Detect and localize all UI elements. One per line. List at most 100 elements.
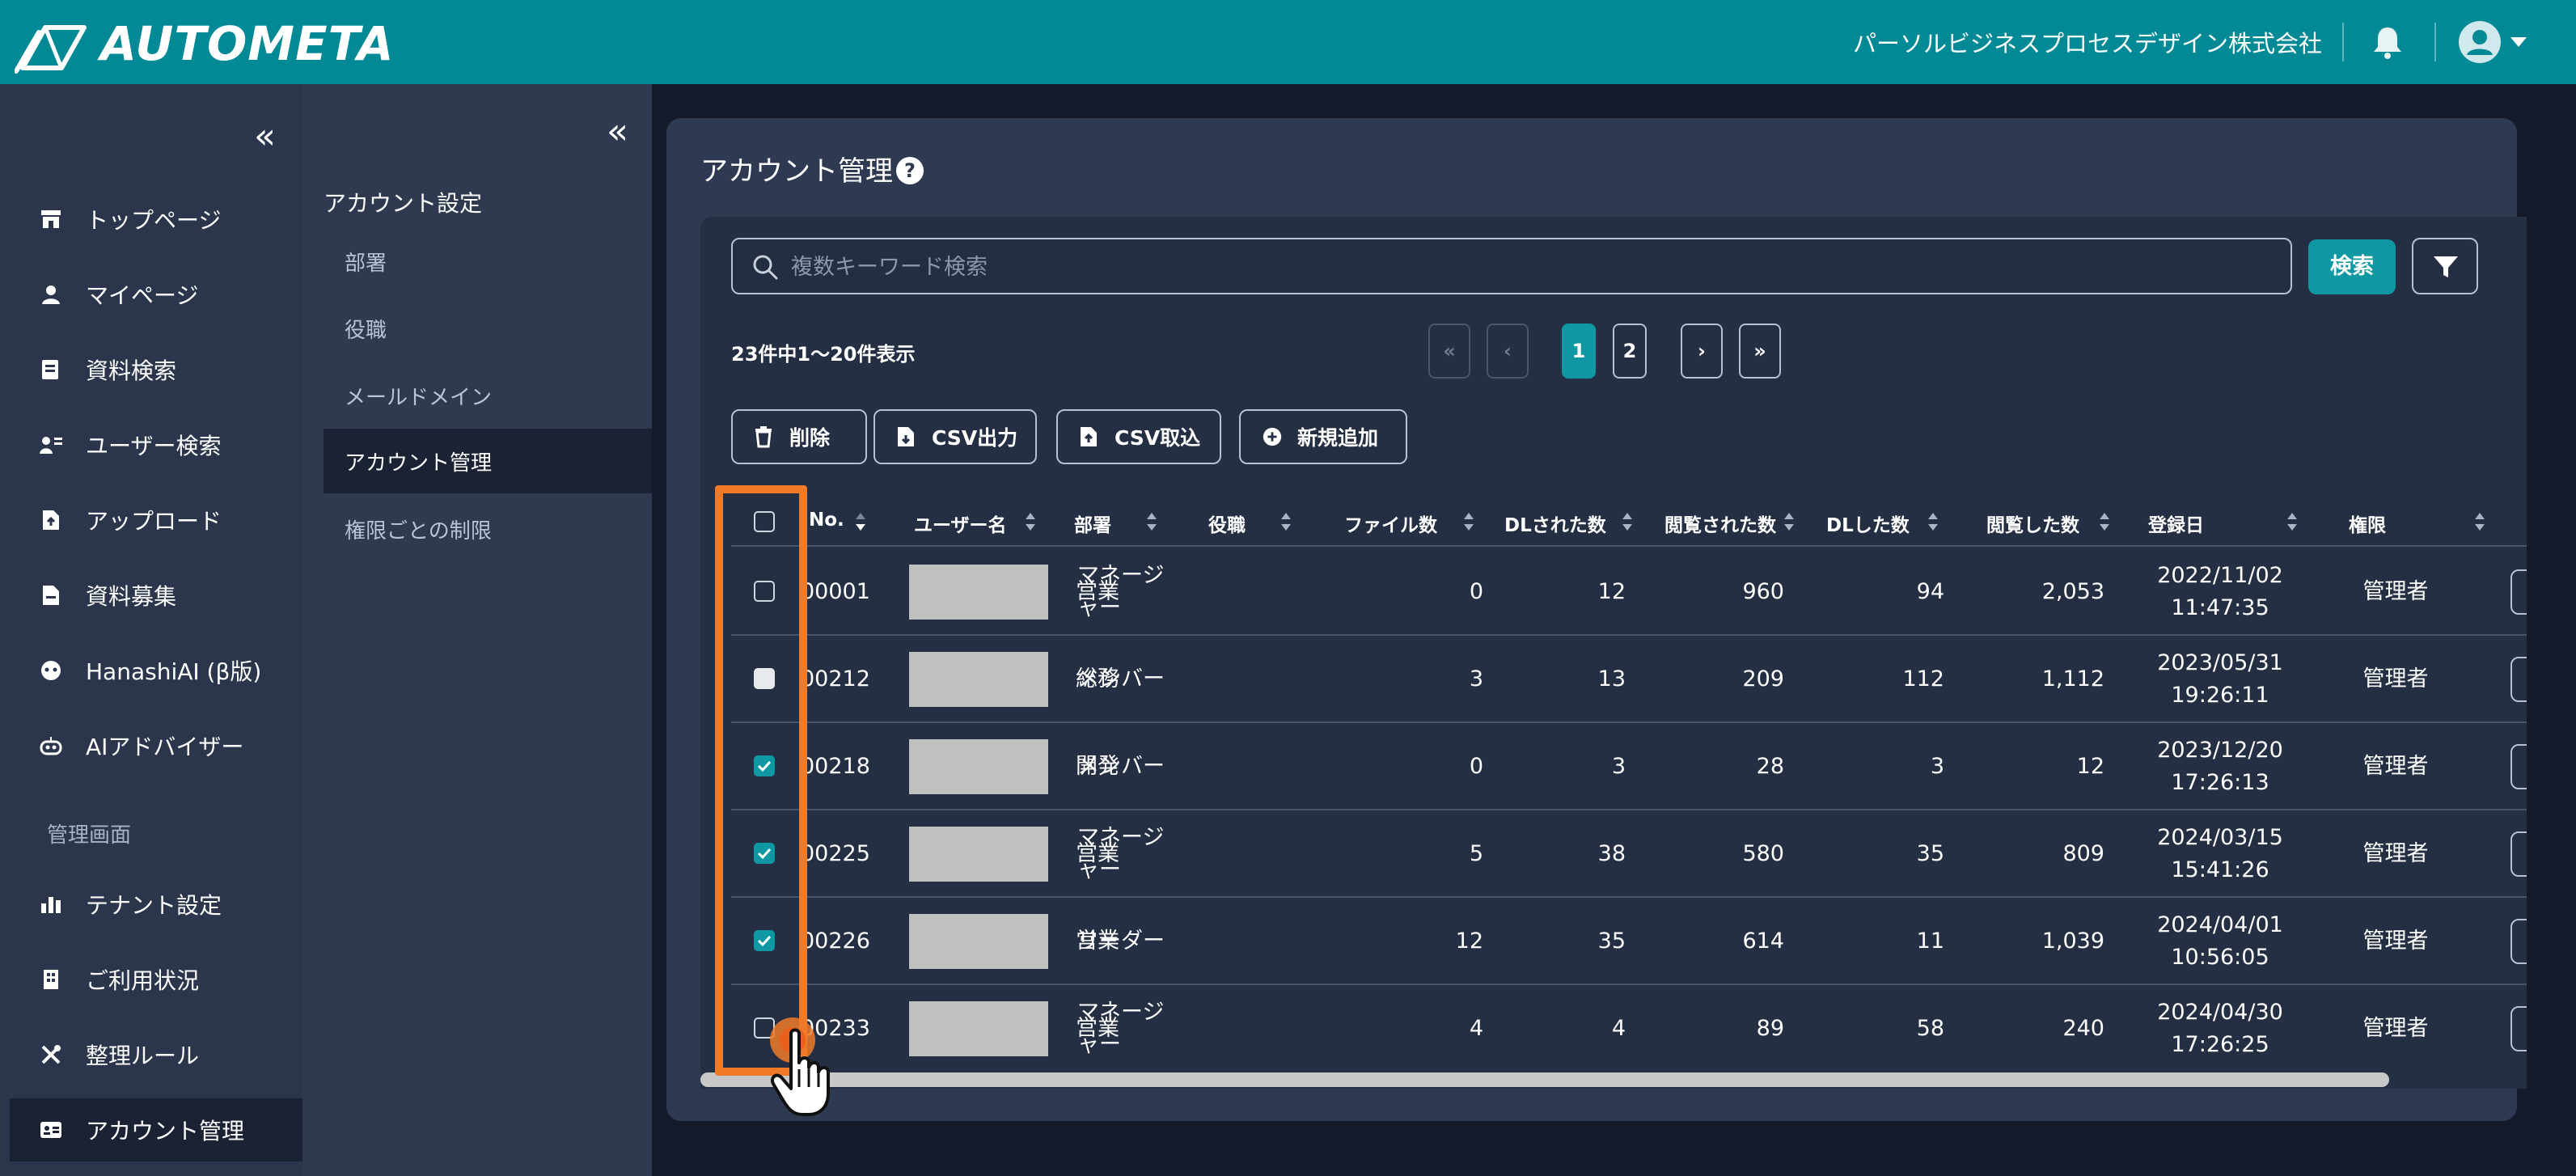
pagination-prev-button[interactable]: ‹	[1487, 324, 1529, 379]
plus-circle-icon	[1262, 425, 1283, 449]
sidebar-item-document-search[interactable]: 資料検索	[10, 338, 302, 401]
search-box[interactable]	[731, 238, 2292, 294]
subnav-title: アカウント設定	[324, 190, 483, 217]
help-icon[interactable]: ?	[896, 157, 924, 184]
sidebar-item-usage[interactable]: ご利用状況	[10, 948, 302, 1011]
caret-down-icon[interactable]	[2509, 36, 2528, 49]
edit-button[interactable]	[2510, 569, 2527, 615]
sidebar-item-account-management[interactable]: アカウント管理	[10, 1098, 302, 1161]
sort-icon[interactable]	[2098, 511, 2111, 532]
sort-icon[interactable]	[2473, 511, 2486, 532]
cell-registered: 2024/04/30 17:26:25	[2157, 1000, 2283, 1057]
cell-position: マネージ ャー	[1077, 1000, 1165, 1057]
horizontal-scrollbar-thumb[interactable]	[700, 1072, 2389, 1087]
subnav-item-permission-limits[interactable]: 権限ごとの制限	[324, 497, 652, 561]
table-row[interactable]: 00226 営業 リーダー 12 35 614 11 1,039 2024/04/01 10:56…	[731, 898, 2527, 985]
sidebar-item-user-search[interactable]: ユーザー検索	[10, 413, 302, 476]
table-row[interactable]: 00001 営業 マネージ ャー 0 12 960 94 2,053 2022/11/02 11:4…	[731, 548, 2527, 636]
filter-button[interactable]	[2412, 238, 2478, 294]
sort-icon[interactable]	[1145, 511, 1158, 532]
subnav-item-account-management[interactable]: アカウント管理	[324, 429, 652, 493]
sidebar-item-rules[interactable]: 整理ルール	[10, 1023, 302, 1086]
cell-registered: 2022/11/02 11:47:35	[2157, 563, 2283, 620]
sidebar-item-ai-advisor[interactable]: AIアドバイザー	[10, 714, 302, 777]
cell-registered: 2024/03/15 15:41:26	[2157, 825, 2283, 882]
cell-files: 12	[1455, 929, 1483, 954]
cell-authority: 管理者	[2362, 841, 2429, 866]
chat-bot-icon	[37, 657, 65, 684]
column-header-viewed[interactable]: 閲覧された数	[1664, 510, 1776, 537]
column-header-authority[interactable]: 権限	[2349, 510, 2386, 537]
sidebar-item-document-request[interactable]: 資料募集	[10, 564, 302, 627]
csv-import-button[interactable]: CSV取込	[1056, 409, 1221, 464]
sort-icon[interactable]	[1927, 511, 1939, 532]
pagination-next-button[interactable]: ›	[1681, 324, 1723, 379]
sidebar-item-label: HanashiAI (β版)	[86, 658, 262, 685]
table-header: No. ユーザー名 部署 役職 ファイル数 DLされた数 閲覧された数 DLした…	[731, 497, 2527, 547]
sidebar-item-upload[interactable]: アップロード	[10, 489, 302, 552]
sidebar-item-mypage[interactable]: マイページ	[10, 263, 302, 326]
subnav-item-mail-domain[interactable]: メールドメイン	[324, 363, 652, 428]
sidebar-item-hanashiai[interactable]: HanashiAI (β版)	[10, 639, 302, 702]
sidebar-item-top[interactable]: トップページ	[10, 188, 302, 251]
sort-icon[interactable]	[2286, 511, 2299, 532]
divider	[2434, 23, 2436, 61]
subnav-item-position[interactable]: 役職	[324, 296, 652, 361]
table-row[interactable]: 00212 総務 メンバー 3 13 209 112 1,112 2023/05/31 19:26…	[731, 636, 2527, 723]
delete-button[interactable]: 削除	[731, 409, 867, 464]
sidebar-item-tenant-settings[interactable]: テナント設定	[10, 873, 302, 936]
column-header-downloaded[interactable]: DLされた数	[1504, 510, 1606, 537]
file-upload-icon	[1079, 425, 1100, 449]
search-button[interactable]: 検索	[2308, 239, 2396, 294]
edit-button[interactable]	[2510, 657, 2527, 702]
pagination-page-2[interactable]: 2	[1613, 324, 1647, 379]
csv-export-button[interactable]: CSV出力	[873, 409, 1037, 464]
robot-icon	[37, 732, 65, 759]
column-header-position[interactable]: 役職	[1208, 510, 1246, 537]
cell-dl-count: 11	[1916, 929, 1944, 954]
pagination-last-button[interactable]: »	[1739, 324, 1781, 379]
edit-button[interactable]	[2510, 831, 2527, 877]
column-header-username[interactable]: ユーザー名	[914, 510, 1007, 537]
building-icon	[37, 966, 65, 993]
column-header-dl-count[interactable]: DLした数	[1826, 510, 1910, 537]
result-count: 23件中1〜20件表示	[731, 343, 916, 366]
cell-view-count: 240	[2062, 1016, 2104, 1041]
search-input[interactable]	[791, 249, 2263, 285]
sort-icon[interactable]	[1024, 511, 1037, 532]
cell-downloaded: 13	[1597, 666, 1626, 692]
column-header-view-count[interactable]: 閲覧した数	[1986, 510, 2079, 537]
sort-icon[interactable]	[1621, 511, 1634, 532]
pagination-first-button[interactable]: «	[1428, 324, 1470, 379]
edit-button[interactable]	[2510, 744, 2527, 789]
cell-viewed: 209	[1742, 666, 1784, 692]
add-new-button[interactable]: 新規追加	[1239, 409, 1407, 464]
sort-icon[interactable]	[1280, 511, 1292, 532]
sort-icon[interactable]	[1783, 511, 1796, 532]
column-header-registered[interactable]: 登録日	[2148, 510, 2204, 537]
edit-button[interactable]	[2510, 919, 2527, 964]
edit-button[interactable]	[2510, 1006, 2527, 1051]
cell-files: 4	[1469, 1016, 1483, 1041]
sidebar-collapse-button[interactable]: «	[254, 116, 276, 157]
column-header-no[interactable]: No.	[809, 510, 844, 531]
sort-icon[interactable]	[854, 511, 867, 532]
store-icon	[37, 205, 65, 233]
cell-no: 00218	[801, 754, 870, 779]
cell-registered: 2023/12/20 17:26:13	[2157, 738, 2283, 795]
table-row[interactable]: 00218 開発 メンバー 0 3 28 3 12 2023/12/20 17:26:13 管理者	[731, 723, 2527, 810]
pagination-page-1[interactable]: 1	[1562, 324, 1596, 379]
top-bar: AUTOMETA パーソルビジネスプロセスデザイン株式会社	[0, 0, 2576, 84]
column-header-files[interactable]: ファイル数	[1344, 510, 1437, 537]
table-row[interactable]: 00233 営業 マネージ ャー 4 4 89 58 240 2024/04/30 17:26:25…	[731, 985, 2527, 1068]
sidebar-item-label: マイページ	[86, 282, 199, 309]
subnav-collapse-button[interactable]: «	[607, 112, 628, 152]
subnav-item-department[interactable]: 部署	[324, 229, 652, 294]
user-avatar-icon[interactable]	[2459, 21, 2501, 63]
sidebar-item-label: トップページ	[86, 207, 222, 234]
cell-registered: 2024/04/01 10:56:05	[2157, 912, 2283, 970]
table-row[interactable]: 00225 営業 マネージ ャー 5 38 580 35 809 2024/03/15 15:41:…	[731, 810, 2527, 898]
sort-icon[interactable]	[1462, 511, 1475, 532]
column-header-department[interactable]: 部署	[1074, 510, 1111, 537]
bell-icon[interactable]	[2370, 24, 2405, 60]
